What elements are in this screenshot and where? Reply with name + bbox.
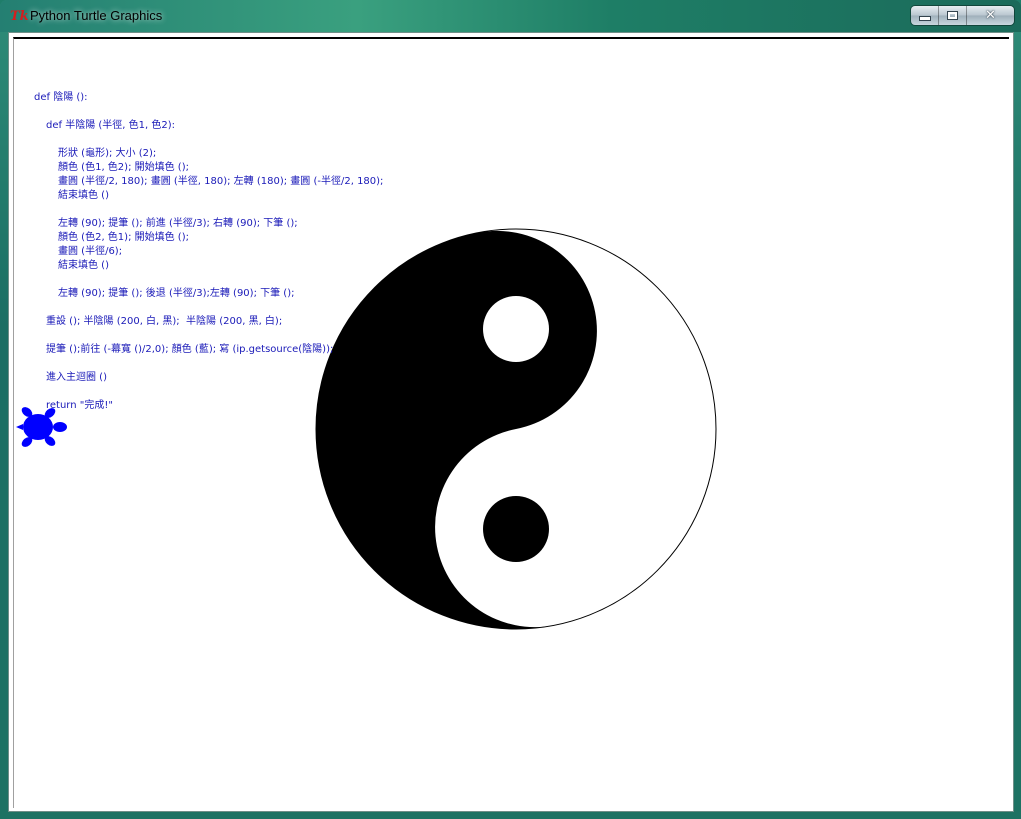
close-icon: ✕ [985,8,996,23]
code-line: def 半陰陽 (半徑, 色1, 色2): [46,120,175,131]
window-frame: Tk Python Turtle Graphics ✕ def 陰陽 (): d… [0,0,1021,819]
title-bar[interactable]: Tk Python Turtle Graphics ✕ [0,0,1021,32]
code-line: 畫圓 (半徑/2, 180); 畫圓 (半徑, 180); 左轉 (180); … [58,176,384,187]
code-line: 結束填色 () [58,260,109,271]
code-line: 左轉 (90); 提筆 (); 後退 (半徑/3);左轉 (90); 下筆 ()… [58,288,295,299]
yang-eye-dark [483,496,549,562]
code-line: 左轉 (90); 提筆 (); 前進 (半徑/3); 右轉 (90); 下筆 (… [58,218,298,229]
yin-yang-symbol [315,228,717,630]
code-line: 顏色 (色2, 色1); 開始填色 (); [58,232,189,243]
code-line: def 陰陽 (): [34,92,88,103]
code-line: 重設 (); 半陰陽 (200, 白, 黑); 半陰陽 (200, 黑, 白); [46,316,283,327]
code-line: 進入主迴圈 () [46,372,107,383]
code-line: return "完成!" [46,400,113,411]
yin-eye-light [483,296,549,362]
code-line: 結束填色 () [58,190,109,201]
window-title: Python Turtle Graphics [30,8,163,23]
turtle-canvas[interactable]: def 陰陽 (): def 半陰陽 (半徑, 色1, 色2): 形狀 (龜形)… [13,37,1009,808]
client-area: def 陰陽 (): def 半陰陽 (半徑, 色1, 色2): 形狀 (龜形)… [8,32,1014,812]
minimize-icon [919,17,930,20]
code-line: 形狀 (龜形); 大小 (2); [58,148,157,159]
minimize-button[interactable] [911,6,939,25]
code-line: 提筆 ();前往 (-幕寬 ()/2,0); 顏色 (藍); 寫 (ip.get… [46,344,334,355]
maximize-icon [948,12,957,19]
maximize-button[interactable] [939,6,967,25]
drawing-layer [16,228,717,630]
code-line: 顏色 (色1, 色2); 開始填色 (); [58,162,189,173]
window-controls: ✕ [911,6,1014,25]
code-line: 畫圓 (半徑/6); [58,246,123,257]
tk-icon: Tk [10,9,29,24]
close-button[interactable]: ✕ [967,6,1014,25]
